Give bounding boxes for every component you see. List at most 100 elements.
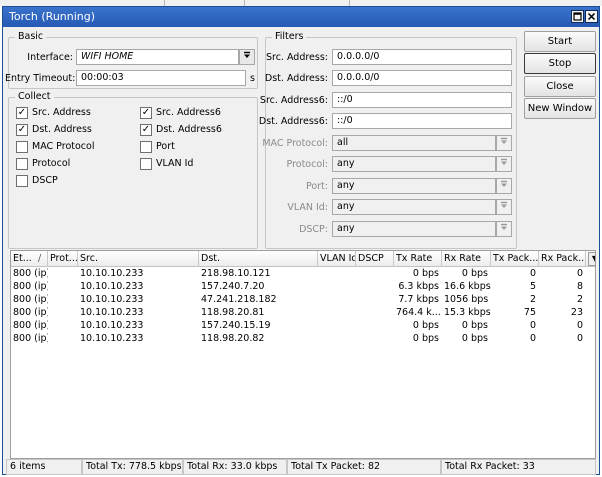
cell-dscp	[356, 320, 394, 332]
traffic-table: Et... / Prot... Src. Dst. VLAN Id DSCP T…	[10, 250, 596, 459]
src-address-input[interactable]: 0.0.0.0/0	[332, 49, 512, 65]
status-bar: 6 items Total Tx: 778.5 kbps Total Rx: 3…	[3, 459, 599, 475]
interface-label: Interface:	[27, 52, 73, 63]
cell-vlan-id	[318, 268, 356, 280]
entry-timeout-input[interactable]: 00:00:03	[76, 70, 246, 86]
column-header-dscp[interactable]: DSCP	[356, 251, 394, 267]
dscp-select[interactable]: any	[332, 221, 496, 237]
dst-address-input[interactable]: 0.0.0.0/0	[332, 70, 512, 86]
cell-tx-packets: 0	[529, 320, 536, 331]
cell-rx-rate: 0 bps	[461, 320, 488, 331]
dropdown-arrow-icon[interactable]	[496, 135, 512, 151]
protocol-checkbox[interactable]	[16, 158, 28, 170]
cell-tx-packets: 5	[529, 281, 536, 292]
src-address6-checkbox-label: Src. Address6	[156, 107, 221, 118]
column-header-dst[interactable]: Dst.	[199, 251, 318, 267]
src-address-label: Src. Address:	[265, 52, 328, 63]
cell-vlan-id	[318, 333, 356, 345]
cell-vlan-id	[318, 307, 356, 319]
port-checkbox-label: Port	[156, 141, 175, 152]
cell-dst: 118.98.20.81	[201, 307, 265, 318]
cell-tx-packets: 75	[523, 307, 536, 318]
cell-protocol	[48, 307, 78, 319]
cell-tx-rate: 764.4 k...	[396, 307, 441, 318]
column-menu-icon[interactable]: ▼	[588, 252, 595, 266]
column-header-rx-rate[interactable]: Rx Rate	[442, 251, 491, 267]
cell-rx-rate: 0 bps	[461, 333, 488, 344]
cell-rx-rate: 15.3 kbps	[444, 307, 491, 318]
start-button[interactable]: Start	[524, 31, 596, 52]
table-row[interactable]: 800 (ip) 10.10.10.233 118.98.20.81 764.4…	[11, 307, 595, 319]
cell-tx-rate: 0 bps	[412, 320, 439, 331]
cell-protocol	[48, 281, 78, 293]
cell-protocol	[48, 320, 78, 332]
dropdown-arrow-icon[interactable]	[496, 156, 512, 172]
vlan-id-checkbox-label: VLAN Id	[156, 158, 194, 169]
filters-group-label: Filters	[272, 31, 307, 42]
column-header-protocol[interactable]: Prot...	[48, 251, 78, 267]
torch-window: Torch (Running) Basic Interface: WIFI HO…	[2, 6, 600, 475]
new-window-button[interactable]: New Window	[524, 98, 596, 119]
status-total-rx-packet: Total Rx Packet: 33	[441, 459, 596, 475]
protocol-select[interactable]: any	[332, 156, 496, 172]
table-row[interactable]: 800 (ip) 10.10.10.233 157.240.7.20 6.3 k…	[11, 281, 595, 293]
dst-address6-label: Dst. Address6:	[258, 116, 328, 127]
dst-address6-input[interactable]: ::/0	[332, 113, 512, 129]
column-header-src[interactable]: Src.	[78, 251, 199, 267]
cell-tx-rate: 6.3 kbps	[398, 281, 439, 292]
column-header-tx-packets[interactable]: Tx Pack...	[491, 251, 539, 267]
cell-tx-rate: 0 bps	[412, 333, 439, 344]
table-row[interactable]: 800 (ip) 10.10.10.233 118.98.20.82 0 bps…	[11, 333, 595, 345]
dscp-checkbox[interactable]	[16, 175, 28, 187]
table-row[interactable]: 800 (ip) 10.10.10.233 47.241.218.182 7.7…	[11, 294, 595, 306]
dst-address-checkbox[interactable]: ✓	[16, 124, 28, 136]
stop-button[interactable]: Stop	[524, 53, 596, 74]
column-header-rx-packets[interactable]: Rx Pack...	[539, 251, 586, 267]
cell-dst: 218.98.10.121	[201, 268, 271, 279]
cell-src: 10.10.10.233	[80, 294, 144, 305]
column-header-tx-rate[interactable]: Tx Rate	[394, 251, 442, 267]
maximize-icon[interactable]	[571, 10, 584, 23]
title-bar[interactable]: Torch (Running)	[3, 7, 599, 27]
cell-src: 10.10.10.233	[80, 268, 144, 279]
cell-rx-packets: 0	[576, 333, 583, 344]
port-select[interactable]: any	[332, 178, 496, 194]
cell-ethernet: 800 (ip)	[13, 281, 48, 292]
port-checkbox[interactable]	[140, 141, 152, 153]
cell-dst: 157.240.7.20	[201, 281, 265, 292]
cell-tx-rate: 7.7 kbps	[398, 294, 439, 305]
dst-address6-checkbox[interactable]: ✓	[140, 124, 152, 136]
mac-protocol-checkbox[interactable]	[16, 141, 28, 153]
src-address6-input[interactable]: ::/0	[332, 92, 512, 108]
cell-rx-rate: 0 bps	[461, 268, 488, 279]
column-header-ethernet[interactable]: Et... /	[11, 251, 48, 267]
cell-dscp	[356, 281, 394, 293]
table-row[interactable]: 800 (ip) 10.10.10.233 218.98.10.121 0 bp…	[11, 268, 595, 280]
interface-select[interactable]: WIFI HOME	[76, 49, 239, 65]
cell-tx-packets: 0	[529, 268, 536, 279]
cell-dscp	[356, 268, 394, 280]
cell-protocol	[48, 294, 78, 306]
close-icon[interactable]	[585, 10, 598, 23]
cell-ethernet: 800 (ip)	[13, 307, 48, 318]
table-row[interactable]: 800 (ip) 10.10.10.233 157.240.15.19 0 bp…	[11, 320, 595, 332]
cell-rx-packets: 0	[576, 268, 583, 279]
dscp-label: DSCP:	[299, 224, 328, 235]
dropdown-arrow-icon[interactable]	[496, 199, 512, 215]
cell-rx-rate: 1056 bps	[444, 294, 489, 305]
collect-group-label: Collect	[15, 91, 54, 102]
vlan-id-checkbox[interactable]	[140, 158, 152, 170]
cell-src: 10.10.10.233	[80, 307, 144, 318]
dropdown-arrow-icon[interactable]	[496, 178, 512, 194]
src-address6-label: Src. Address6:	[259, 95, 328, 106]
column-header-vlan-id[interactable]: VLAN Id	[318, 251, 356, 267]
close-button[interactable]: Close	[524, 76, 596, 97]
vlan-id-select[interactable]: any	[332, 199, 496, 215]
cell-protocol	[48, 333, 78, 345]
mac-protocol-select[interactable]: all	[332, 135, 496, 151]
src-address6-checkbox[interactable]: ✓	[140, 107, 152, 119]
cell-ethernet: 800 (ip)	[13, 268, 48, 279]
cell-ethernet: 800 (ip)	[13, 333, 48, 344]
src-address-checkbox[interactable]: ✓	[16, 107, 28, 119]
dropdown-arrow-icon[interactable]	[496, 221, 512, 237]
